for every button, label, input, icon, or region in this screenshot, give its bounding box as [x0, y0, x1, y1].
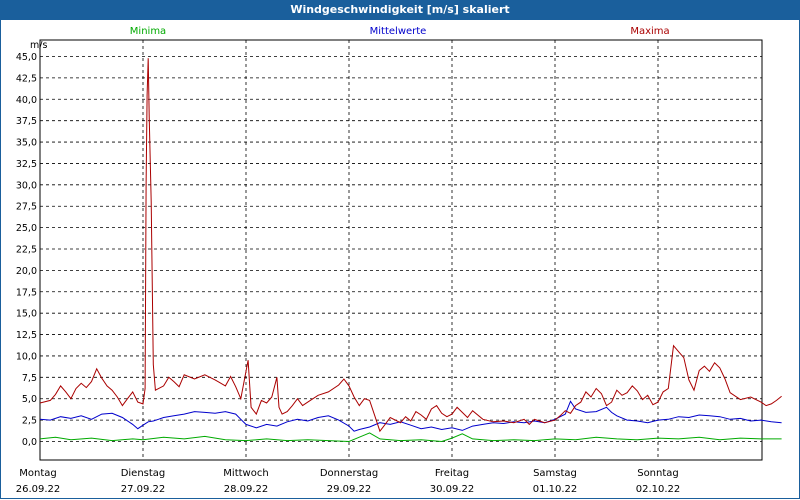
y-tick-label: 35,0: [16, 138, 37, 149]
x-day-label: Samstag: [533, 468, 577, 479]
line-chart: m/s Minima Mittelwerte Maxima 45,0 42,5 40…: [16, 26, 782, 495]
x-date-label: 28.09.22: [224, 484, 269, 495]
x-date-label: 01.10.22: [533, 484, 578, 495]
x-date-label: 29.09.22: [327, 484, 372, 495]
x-day-label: Mittwoch: [223, 468, 268, 479]
x-date-label: 02.10.22: [636, 484, 681, 495]
x-day-label: Montag: [19, 468, 56, 479]
y-tick-label: 20,0: [16, 266, 37, 277]
x-date-label: 27.09.22: [121, 484, 166, 495]
series-lines: [39, 58, 782, 443]
legend-minima: Minima: [130, 26, 166, 37]
y-tick-label: 32,5: [16, 159, 37, 170]
y-tick-label: 22,5: [16, 245, 37, 256]
y-tick-label: 30,0: [16, 180, 37, 191]
series-line-mittelwerte: [39, 400, 782, 432]
y-tick-label: 37,5: [16, 116, 37, 127]
x-axis-labels: Montag 26.09.22 Dienstag 27.09.22 Mittwoch 28…: [16, 468, 681, 495]
y-tick-label: 7,5: [22, 373, 37, 384]
y-tick-label: 25,0: [16, 223, 37, 234]
series-line-minima: [39, 432, 782, 443]
y-tick-label: 10,0: [16, 351, 37, 362]
y-axis-label: m/s: [30, 40, 47, 51]
y-tick-label: 12,5: [16, 330, 37, 341]
y-axis-ticks: 45,0 42,5 40,0 37,5 35,0 32,5 30,0 27,5 25,0 22,5…: [16, 52, 37, 448]
legend-mittelwerte: Mittelwerte: [370, 26, 427, 37]
y-tick-label: 40,0: [16, 95, 37, 106]
plot-area: [39, 39, 763, 461]
x-day-label: Donnerstag: [320, 468, 378, 479]
y-tick-label: 27,5: [16, 202, 37, 213]
y-tick-label: 2,5: [22, 416, 37, 427]
legend-maxima: Maxima: [630, 26, 669, 37]
series-line-maxima: [39, 58, 782, 433]
y-tick-label: 5,0: [22, 394, 37, 405]
y-tick-label: 45,0: [16, 52, 37, 63]
x-date-label: 26.09.22: [16, 484, 61, 495]
y-tick-label: 0,0: [22, 437, 37, 448]
x-day-label: Dienstag: [121, 468, 166, 479]
x-date-label: 30.09.22: [430, 484, 475, 495]
grid: [40, 40, 762, 460]
y-tick-label: 15,0: [16, 309, 37, 320]
y-tick-label: 17,5: [16, 287, 37, 298]
x-day-label: Freitag: [435, 468, 469, 479]
x-day-label: Sonntag: [637, 468, 679, 479]
y-tick-label: 42,5: [16, 73, 37, 84]
